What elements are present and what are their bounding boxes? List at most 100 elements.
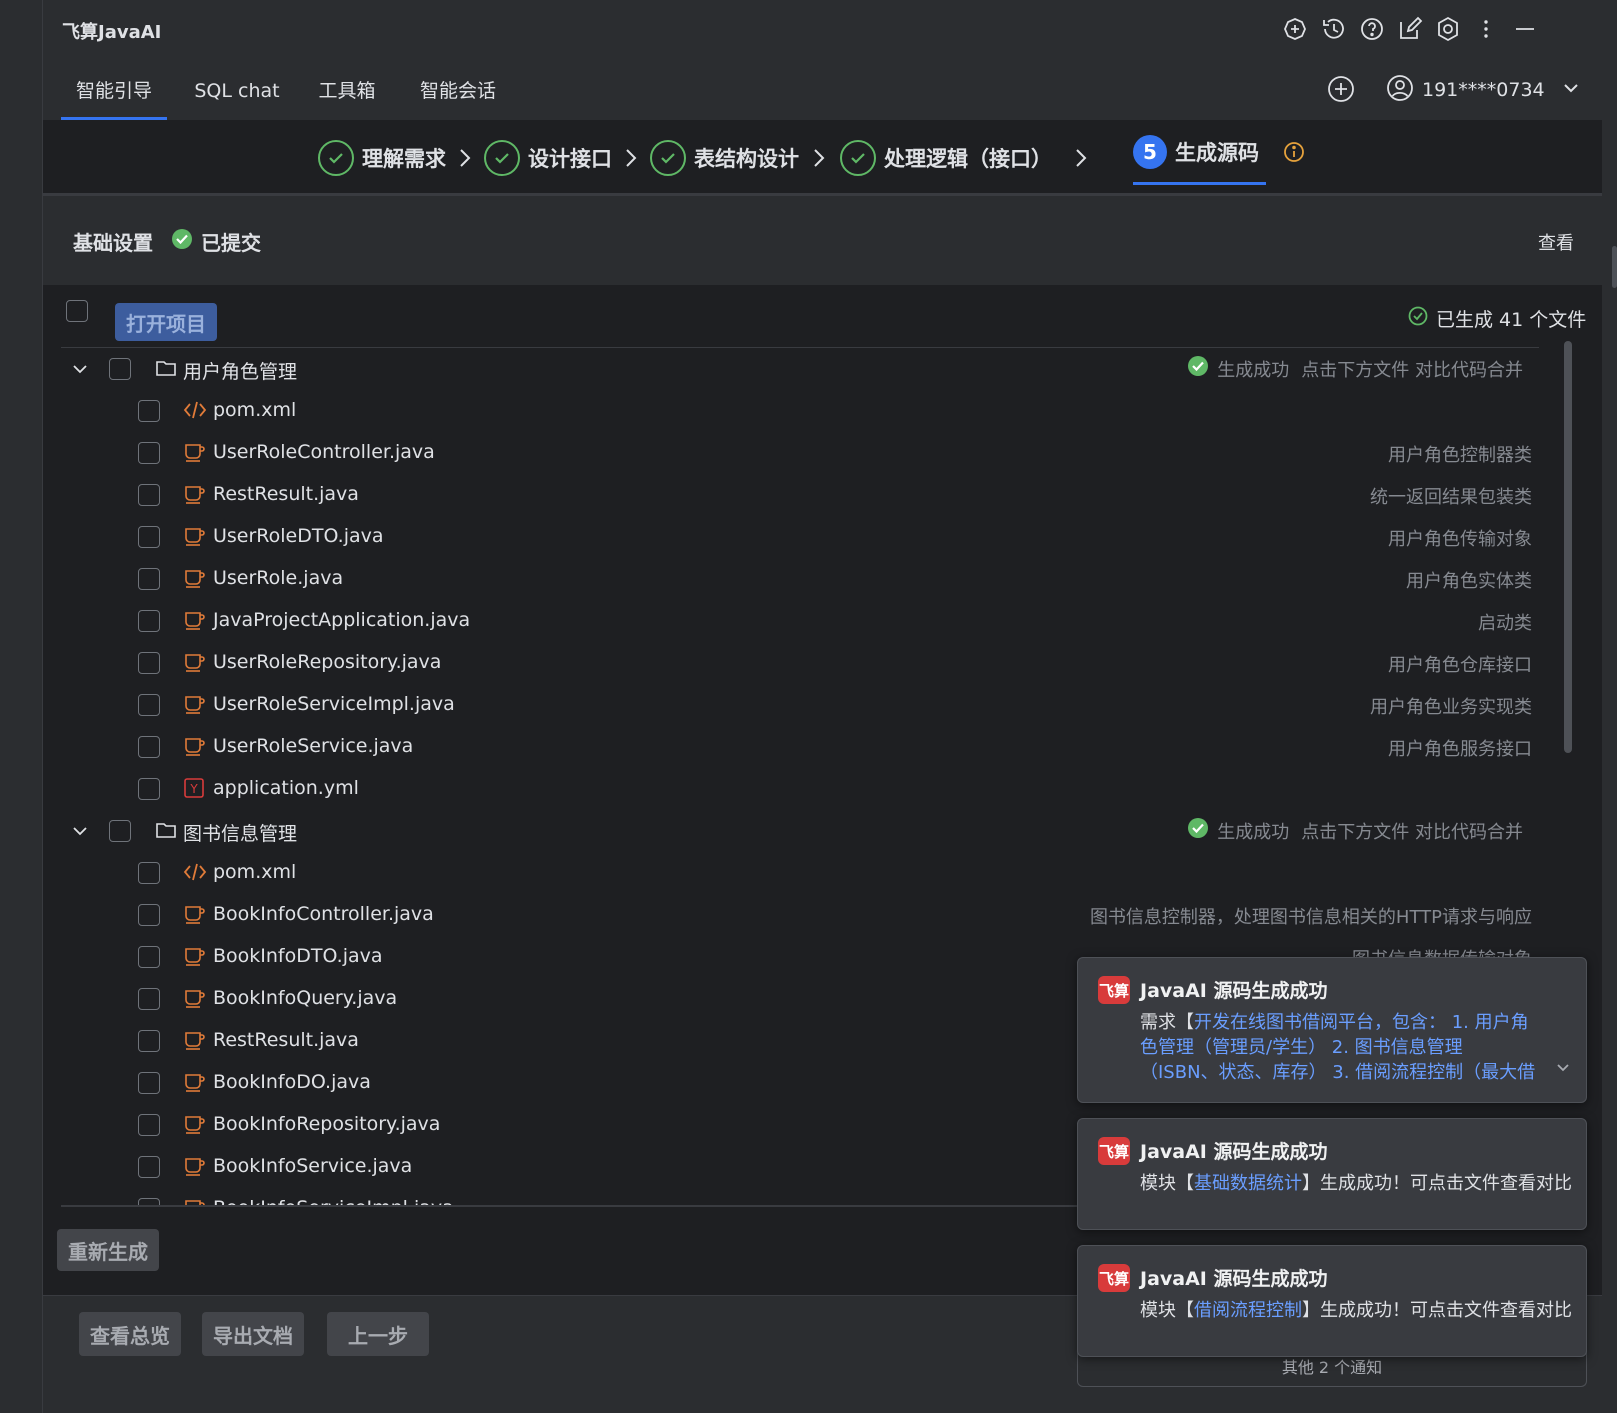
file-checkbox[interactable] [138,778,160,800]
chevron-down-icon[interactable] [71,822,89,844]
file-name: UserRoleServiceImpl.java [213,693,455,715]
feisuan-logo: 飞算 [1098,1137,1130,1165]
file-checkbox[interactable] [138,442,160,464]
module-row[interactable]: 图书信息管理 生成成功 点击下方文件 对比代码合并 [61,810,1539,852]
regenerate-button[interactable]: 重新生成 [57,1229,159,1271]
module-link[interactable]: 基础数据统计 [1194,1173,1302,1194]
file-name: RestResult.java [213,1029,359,1051]
user-menu[interactable]: 191****0734 [1386,74,1581,106]
file-checkbox[interactable] [138,904,160,926]
user-name: 191****0734 [1422,79,1545,101]
file-row[interactable]: RestResult.java 统一返回结果包装类 [61,474,1539,516]
file-row[interactable]: pom.xml [61,390,1539,432]
file-row[interactable]: pom.xml [61,852,1539,894]
notification-card[interactable]: 飞算 JavaAI 源码生成成功 模块【借阅流程控制】生成成功！可点击文件查看对… [1077,1245,1587,1357]
chevron-down-icon[interactable] [71,360,89,382]
file-checkbox[interactable] [138,862,160,884]
add-icon[interactable] [1326,74,1356,104]
requirement-link[interactable]: 开发在线图书借阅平台，包含： 1. 用户角色管理（管理员/学生） 2. 图书信息… [1140,1012,1535,1085]
module-status: 生成成功 点击下方文件 对比代码合并 [1187,355,1523,382]
expand-chevron-icon[interactable] [1554,1058,1572,1080]
file-checkbox[interactable] [138,652,160,674]
java-file-icon [183,945,205,967]
view-link[interactable]: 查看 [1538,229,1574,255]
tab-guide[interactable]: 智能引导 [61,70,167,120]
step-number: 5 [1133,135,1167,169]
file-checkbox[interactable] [138,946,160,968]
success-check-icon [1187,817,1209,844]
check-circle-icon [840,140,876,176]
file-checkbox[interactable] [138,694,160,716]
step-table-design[interactable]: 表结构设计 [650,138,799,178]
more-icon[interactable] [1471,14,1501,44]
prev-step-button[interactable]: 上一步 [327,1312,429,1356]
settings-icon[interactable] [1433,14,1463,44]
file-row[interactable]: Yapplication.yml [61,768,1539,810]
java-file-icon [183,483,205,505]
step-design-api[interactable]: 设计接口 [484,138,612,178]
outer-scrollbar-thumb[interactable] [1612,246,1617,288]
edit-icon[interactable] [1395,14,1425,44]
file-checkbox[interactable] [138,1156,160,1178]
notification-card[interactable]: 飞算 JavaAI 源码生成成功 需求【开发在线图书借阅平台，包含： 1. 用户… [1077,957,1587,1103]
file-row[interactable]: JavaProjectApplication.java 启动类 [61,600,1539,642]
feisuan-logo: 飞算 [1098,1264,1130,1292]
java-file-icon [183,1155,205,1177]
brain-icon[interactable] [1280,14,1310,44]
notification-card[interactable]: 飞算 JavaAI 源码生成成功 模块【基础数据统计】生成成功！可点击文件查看对… [1077,1118,1587,1230]
file-checkbox[interactable] [138,526,160,548]
module-row[interactable]: 用户角色管理 生成成功 点击下方文件 对比代码合并 [61,348,1539,390]
java-file-icon [183,651,205,673]
file-row[interactable]: UserRoleServiceImpl.java 用户角色业务实现类 [61,684,1539,726]
file-tree-scrollbar[interactable] [1564,341,1572,753]
select-all-checkbox[interactable] [66,300,88,322]
history-icon[interactable] [1319,14,1349,44]
file-name: application.yml [213,777,359,799]
file-name: UserRoleDTO.java [213,525,384,547]
module-name: 用户角色管理 [183,361,298,383]
file-checkbox[interactable] [138,484,160,506]
file-checkbox[interactable] [138,1072,160,1094]
check-circle-icon [1408,306,1428,331]
chevron-right-icon [622,146,640,174]
module-hint: 点击下方文件 对比代码合并 [1301,359,1523,381]
file-row[interactable]: BookInfoController.java 图书信息控制器，处理图书信息相关的… [61,894,1539,936]
check-circle-icon [484,140,520,176]
step-understand[interactable]: 理解需求 [318,138,446,178]
chevron-down-icon[interactable] [1561,78,1581,103]
tab-toolbox[interactable]: 工具箱 [311,70,383,120]
minimize-icon[interactable] [1510,14,1540,44]
export-doc-button[interactable]: 导出文档 [202,1312,304,1356]
file-name: UserRoleRepository.java [213,651,442,673]
file-row[interactable]: UserRoleController.java 用户角色控制器类 [61,432,1539,474]
module-checkbox[interactable] [109,820,131,842]
folder-icon [155,819,177,841]
file-row[interactable]: UserRoleService.java 用户角色服务接口 [61,726,1539,768]
file-checkbox[interactable] [138,988,160,1010]
file-description: 用户角色控制器类 [1388,445,1532,466]
file-row[interactable]: UserRoleDTO.java 用户角色传输对象 [61,516,1539,558]
file-checkbox[interactable] [138,736,160,758]
info-icon[interactable] [1282,140,1306,168]
view-overview-button[interactable]: 查看总览 [79,1312,181,1356]
file-row[interactable]: UserRole.java 用户角色实体类 [61,558,1539,600]
tab-smart-chat[interactable]: 智能会话 [413,70,503,120]
file-description: 用户角色仓库接口 [1388,655,1532,676]
file-checkbox[interactable] [138,1114,160,1136]
file-checkbox[interactable] [138,1030,160,1052]
help-icon[interactable] [1357,14,1387,44]
file-checkbox[interactable] [138,568,160,590]
module-status-label: 生成成功 [1217,821,1290,843]
tab-sql-chat[interactable]: SQL chat [190,70,284,120]
open-project-button[interactable]: 打开项目 [115,303,217,341]
module-checkbox[interactable] [109,358,131,380]
app-title: 飞算JavaAI [62,22,162,43]
yml-file-icon: Y [183,777,205,799]
file-row[interactable]: UserRoleRepository.java 用户角色仓库接口 [61,642,1539,684]
file-checkbox[interactable] [138,400,160,422]
module-link[interactable]: 借阅流程控制 [1194,1300,1302,1321]
step-generate-code[interactable]: 5 生成源码 [1133,132,1259,172]
file-name: UserRole.java [213,567,344,589]
step-logic[interactable]: 处理逻辑（接口） [840,138,1052,178]
file-checkbox[interactable] [138,610,160,632]
